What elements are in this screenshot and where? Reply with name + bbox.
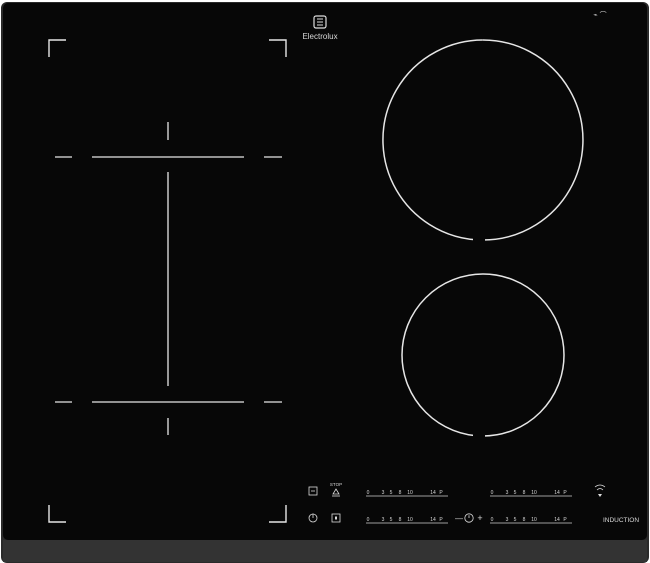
slider-scale-label: 10 [531, 517, 537, 523]
bottom-bezel [3, 540, 647, 562]
slider-scale-label: 10 [407, 517, 413, 523]
slider-scale-label: 5 [514, 490, 517, 496]
slider-scale-label: 14 [554, 490, 560, 496]
slider-scale-label: 3 [382, 490, 385, 496]
slider-scale-label: 14 [554, 517, 560, 523]
cooktop-panel: Electrolux ⌁ ⌒ STOP 0 3 5 8 10 14 P 0 3 … [1, 2, 649, 563]
slider-scale-label: 5 [390, 517, 393, 523]
slider-scale-label: 5 [390, 490, 393, 496]
slider-scale-label: 5 [514, 517, 517, 523]
induction-label: INDUCTION [603, 517, 639, 524]
timer-minus-button[interactable]: — [455, 514, 463, 523]
slider-scale-label: 14 [430, 490, 436, 496]
slider-scale-label: 0 [367, 490, 370, 496]
brand-name: Electrolux [302, 32, 337, 41]
slider-scale-label: 0 [491, 490, 494, 496]
slider-scale-label: 0 [367, 517, 370, 523]
slider-scale-label: 3 [506, 490, 509, 496]
slider-scale-label: 14 [430, 517, 436, 523]
slider-scale-label: 8 [399, 517, 402, 523]
slider-scale-label: 8 [399, 490, 402, 496]
slider-scale-label: 10 [531, 490, 537, 496]
top-right-marks: ⌁ ⌒ [593, 11, 606, 19]
slider-scale-label: 0 [491, 517, 494, 523]
glass-surface [3, 3, 647, 540]
slider-scale-label: 8 [523, 517, 526, 523]
slider-scale-label: 3 [382, 517, 385, 523]
stop-label: STOP [330, 482, 342, 487]
timer-plus-button[interactable]: + [477, 513, 482, 523]
slider-scale-label: 10 [407, 490, 413, 496]
slider-scale-label: 8 [523, 490, 526, 496]
slider-scale-label: 3 [506, 517, 509, 523]
